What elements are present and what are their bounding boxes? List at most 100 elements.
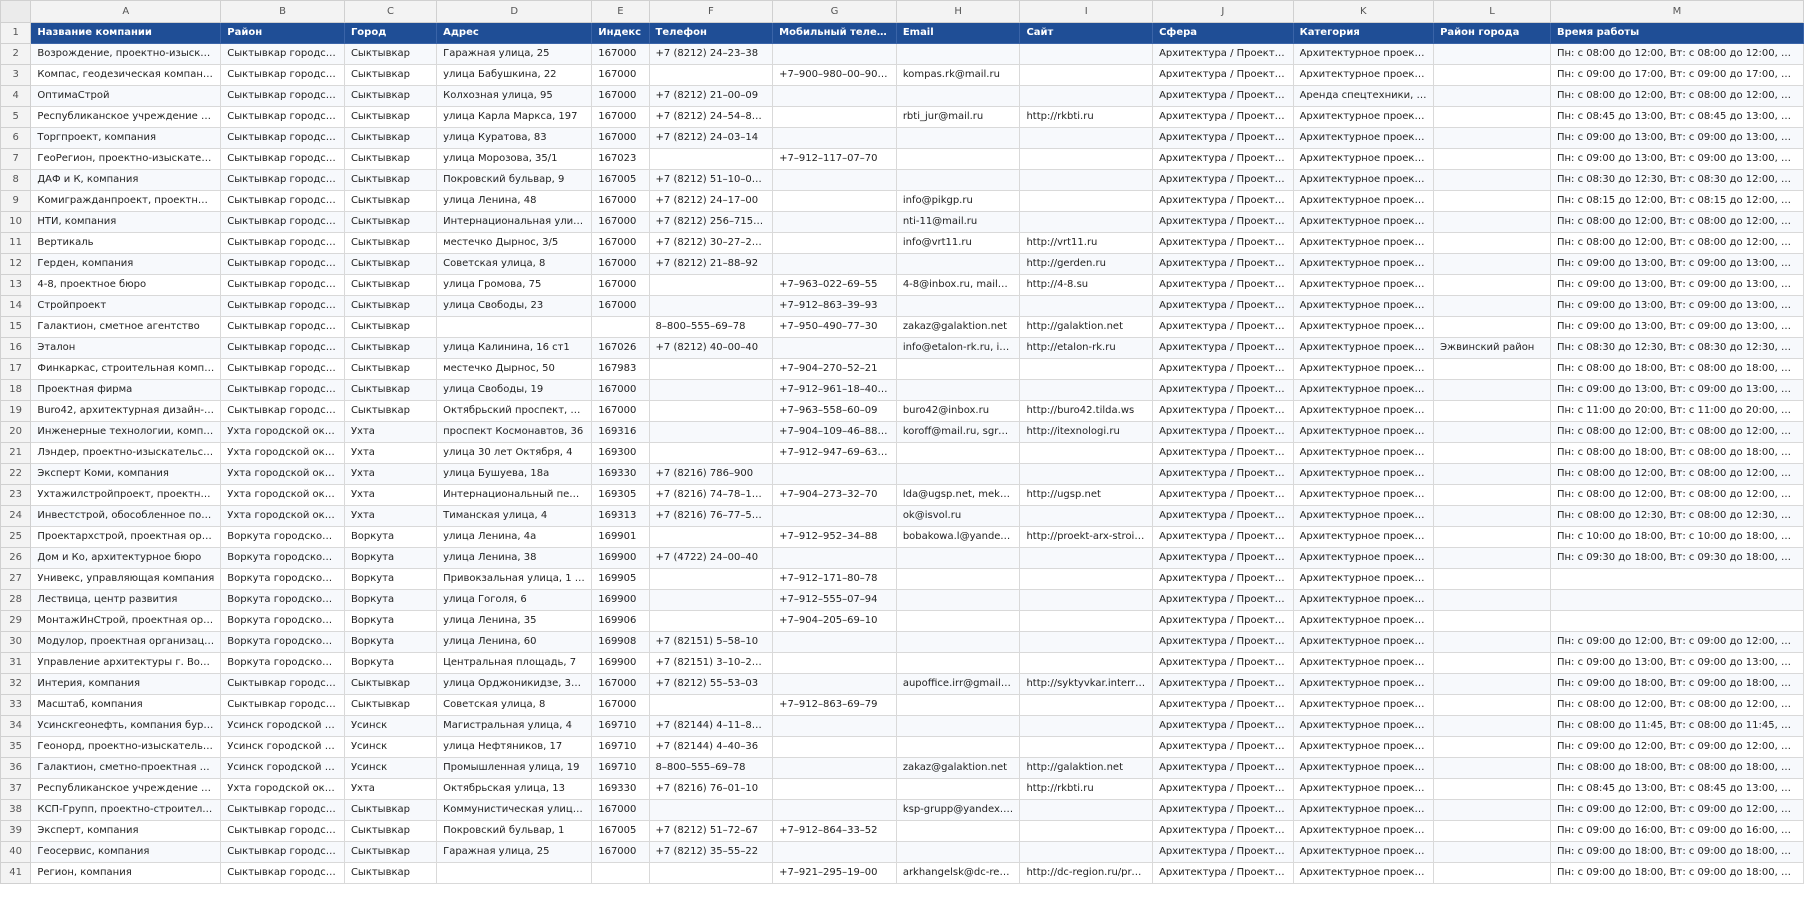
row-number[interactable]: 7 xyxy=(0,148,32,170)
cell[interactable] xyxy=(1433,43,1551,65)
cell[interactable] xyxy=(1019,610,1154,632)
cell[interactable]: +7–912–555–07–94 xyxy=(772,589,897,611)
cell[interactable] xyxy=(591,862,650,884)
cell[interactable] xyxy=(1433,778,1551,800)
row-number[interactable]: 37 xyxy=(0,778,32,800)
cell[interactable] xyxy=(1433,652,1551,674)
cell[interactable]: +7–904–273–32–70 xyxy=(772,484,897,506)
cell[interactable]: Пн: с 08:00 до 12:30, Вт: с 08:00 до 12:… xyxy=(1549,505,1804,527)
cell[interactable]: Архитектура / Проектиров... xyxy=(1152,736,1294,758)
cell[interactable] xyxy=(436,316,593,338)
cell[interactable]: Сыктывкар городской ... xyxy=(220,694,345,716)
cell[interactable] xyxy=(1019,127,1154,149)
cell[interactable]: Сыктывкар xyxy=(343,316,438,338)
row-number[interactable]: 39 xyxy=(0,820,32,842)
cell[interactable]: Архитектура / Проектиров... xyxy=(1152,505,1294,527)
cell[interactable]: Архитектурное проектиро... xyxy=(1292,736,1435,758)
cell[interactable]: 167023 xyxy=(591,148,650,170)
cell[interactable]: Архитектура / Проектиров... xyxy=(1152,316,1294,338)
cell[interactable]: Ухта xyxy=(343,442,438,464)
cell[interactable]: Архитектурное проектиро... xyxy=(1292,64,1435,86)
cell[interactable]: улица Бушуева, 18а xyxy=(436,463,593,485)
cell[interactable]: Пн: с 08:00 до 18:00, Вт: с 08:00 до 18:… xyxy=(1549,442,1804,464)
cell[interactable] xyxy=(648,568,774,590)
cell[interactable]: +7–912–952–34–88 xyxy=(772,526,897,548)
cell[interactable]: Архитектура / Проектиров... xyxy=(1152,820,1294,842)
cell[interactable]: 167000 xyxy=(591,841,650,863)
cell[interactable]: lda@ugsp.net, mek@ug... xyxy=(895,484,1021,506)
cell[interactable] xyxy=(1433,106,1551,128)
cell[interactable]: Архитектура / Проектиров... xyxy=(1152,631,1294,653)
cell[interactable]: Усинскгеонефть, компания буровых и... xyxy=(30,715,222,737)
cell[interactable]: Архитектура / Проектиров... xyxy=(1152,85,1294,107)
cell[interactable]: +7 (8212) 24–23–38 xyxy=(648,43,774,65)
cell[interactable]: КСП-Групп, проектно-строительная к... xyxy=(30,799,222,821)
cell[interactable]: НТИ, компания xyxy=(30,211,222,233)
cell[interactable]: Республиканское учреждение технич... xyxy=(30,778,222,800)
cell[interactable]: Усинск xyxy=(343,757,438,779)
cell[interactable]: Сыктывкар xyxy=(343,232,438,254)
cell[interactable]: Пн: с 09:00 до 13:00, Вт: с 09:00 до 13:… xyxy=(1549,148,1804,170)
header-cell[interactable]: Адрес xyxy=(436,22,593,44)
cell[interactable]: Архитектурное проектиро... xyxy=(1292,274,1435,296)
cell[interactable]: Сыктывкар городской ... xyxy=(220,211,345,233)
cell[interactable]: Эксперт, компания xyxy=(30,820,222,842)
cell[interactable]: Ухта городской округ xyxy=(220,442,345,464)
row-number[interactable]: 41 xyxy=(0,862,32,884)
cell[interactable]: +7–912–864–33–52 xyxy=(772,820,897,842)
row-number[interactable]: 13 xyxy=(0,274,32,296)
cell[interactable]: Архитектурное проектиро... xyxy=(1292,526,1435,548)
column-header-h[interactable]: H xyxy=(895,0,1021,23)
cell[interactable]: Пн: с 09:00 до 13:00, Вт: с 09:00 до 13:… xyxy=(1549,274,1804,296)
cell[interactable]: Архитектурное проектиро... xyxy=(1292,253,1435,275)
cell[interactable] xyxy=(895,547,1021,569)
cell[interactable]: +7 (4722) 24–00–40 xyxy=(648,547,774,569)
cell[interactable] xyxy=(648,295,774,317)
cell[interactable]: bobakowa.l@yandex.ru xyxy=(895,526,1021,548)
cell[interactable]: Усинск городской округ xyxy=(220,757,345,779)
cell[interactable]: проспект Космонавтов, 36 xyxy=(436,421,593,443)
cell[interactable]: Архитектура / Проектиров... xyxy=(1152,652,1294,674)
cell[interactable]: Архитектура / Проектиров... xyxy=(1152,295,1294,317)
cell[interactable] xyxy=(1549,568,1804,590)
cell[interactable] xyxy=(772,652,897,674)
cell[interactable] xyxy=(1433,841,1551,863)
cell[interactable] xyxy=(772,43,897,65)
cell[interactable]: 169330 xyxy=(591,778,650,800)
cell[interactable]: 167005 xyxy=(591,820,650,842)
column-header-d[interactable]: D xyxy=(436,0,593,23)
cell[interactable]: местечко Дырнос, 3/5 xyxy=(436,232,593,254)
cell[interactable]: 167000 xyxy=(591,190,650,212)
row-number[interactable]: 24 xyxy=(0,505,32,527)
cell[interactable]: Сыктывкар xyxy=(343,862,438,884)
cell[interactable]: Сыктывкар городской ... xyxy=(220,400,345,422)
cell[interactable]: Ухта xyxy=(343,463,438,485)
cell[interactable]: Дом и Ко, архитектурное бюро xyxy=(30,547,222,569)
cell[interactable]: +7 (8212) 35–55–22 xyxy=(648,841,774,863)
cell[interactable] xyxy=(1019,64,1154,86)
cell[interactable] xyxy=(895,568,1021,590)
cell[interactable] xyxy=(1019,358,1154,380)
cell[interactable]: +7–963–558–60–09 xyxy=(772,400,897,422)
cell[interactable] xyxy=(1019,379,1154,401)
cell[interactable]: Сыктывкар городской ... xyxy=(220,337,345,359)
cell[interactable] xyxy=(772,631,897,653)
cell[interactable]: Архитектура / Проектиров... xyxy=(1152,841,1294,863)
cell[interactable] xyxy=(1019,190,1154,212)
cell[interactable]: +7 (8212) 24–17–00 xyxy=(648,190,774,212)
cell[interactable] xyxy=(1433,253,1551,275)
cell[interactable]: Архитектура / Проектиров... xyxy=(1152,253,1294,275)
cell[interactable]: Сыктывкар xyxy=(343,379,438,401)
cell[interactable] xyxy=(772,505,897,527)
cell[interactable]: Пн: с 08:00 до 12:00, Вт: с 08:00 до 12:… xyxy=(1549,211,1804,233)
cell[interactable]: Архитектура / Проектиров... xyxy=(1152,673,1294,695)
cell[interactable]: Пн: с 09:00 до 13:00, Вт: с 09:00 до 13:… xyxy=(1549,379,1804,401)
cell[interactable]: улица Орджоникидзе, 33/45 xyxy=(436,673,593,695)
cell[interactable]: Инженерные технологии, компания xyxy=(30,421,222,443)
cell[interactable] xyxy=(895,442,1021,464)
cell[interactable]: info@pikgp.ru xyxy=(895,190,1021,212)
cell[interactable] xyxy=(772,211,897,233)
cell[interactable]: Пн: с 08:00 до 12:00, Вт: с 08:00 до 12:… xyxy=(1549,85,1804,107)
cell[interactable]: Архитектурное проектиро... xyxy=(1292,316,1435,338)
cell[interactable]: ksp-grupp@yandex.ru xyxy=(895,799,1021,821)
